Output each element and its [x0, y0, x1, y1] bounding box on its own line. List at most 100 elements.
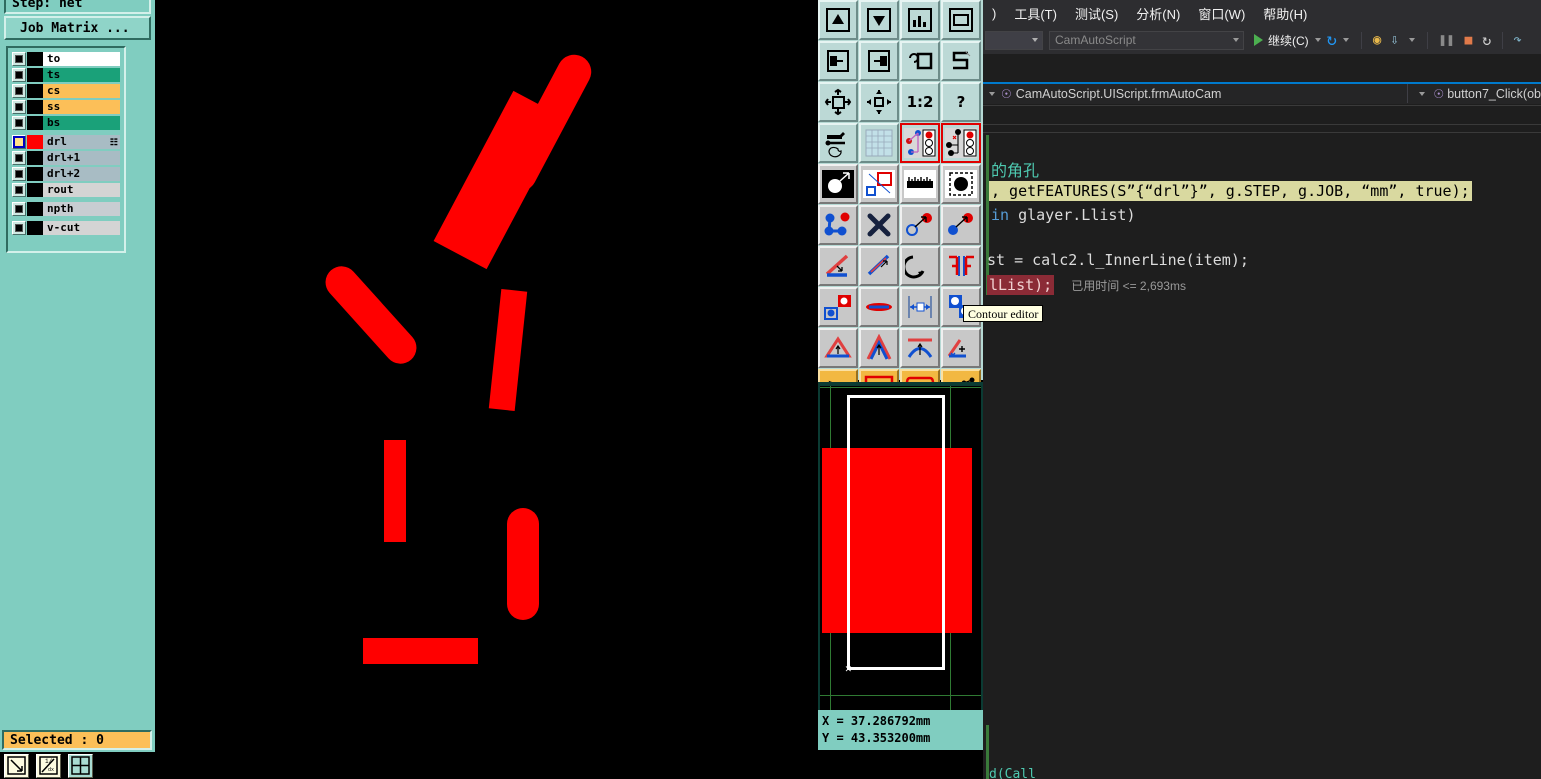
mirror-f-icon[interactable]	[941, 246, 981, 286]
vs-menu-item[interactable]: )	[983, 6, 1005, 21]
dimension-icon[interactable]	[900, 287, 940, 327]
copy-shape-icon[interactable]	[818, 287, 858, 327]
restart-debug-icon[interactable]: ↻	[1482, 31, 1491, 49]
layer-name[interactable]: npth	[43, 202, 120, 216]
restart-icon[interactable]: ↻	[1327, 30, 1337, 50]
negative-view-icon[interactable]	[818, 164, 858, 204]
layer-color-swatch[interactable]	[27, 202, 43, 216]
layer-checkbox[interactable]	[12, 221, 26, 235]
layer-checkbox[interactable]	[12, 167, 26, 181]
pause-icon[interactable]: ❚❚	[1439, 33, 1455, 48]
ellipse-line-icon[interactable]	[859, 287, 899, 327]
panel-icon[interactable]	[941, 0, 981, 40]
layer-color-swatch[interactable]	[27, 183, 43, 197]
contour-editor-icon[interactable]	[941, 328, 981, 368]
flip-top-icon[interactable]	[818, 0, 858, 40]
help-icon[interactable]: ?	[941, 82, 981, 122]
tools-palette-icon[interactable]	[818, 123, 858, 163]
vs-toolbar[interactable]: CamAutoScript 继续(C) ↻ ◉ ⇩ ❚❚ ■ ↻ ↷	[983, 26, 1541, 54]
layer-name[interactable]: ts	[43, 68, 120, 82]
layer-checkbox[interactable]	[12, 116, 26, 130]
tool-palette[interactable]: 1:2?	[818, 0, 983, 409]
layer-color-swatch[interactable]	[27, 167, 43, 181]
layer-row[interactable]: drl ☷	[12, 134, 120, 150]
code-editor[interactable]: 的角孔 , getFEATURES(S”{“drl”}”, g.STEP, g.…	[983, 105, 1541, 779]
layer-name[interactable]: rout	[43, 183, 120, 197]
vs-menu-item[interactable]: 窗口(W)	[1189, 4, 1254, 23]
layer-color-swatch[interactable]	[27, 221, 43, 235]
job-matrix-button[interactable]: Job Matrix ...	[4, 16, 151, 40]
move-point-circle-icon[interactable]	[900, 205, 940, 245]
triangle-fill-icon[interactable]	[818, 328, 858, 368]
layer-row[interactable]: rout	[12, 182, 120, 198]
pan-icon[interactable]	[859, 82, 899, 122]
restart-dropdown-icon[interactable]	[1342, 38, 1349, 42]
layer-name[interactable]: drl+1	[43, 151, 120, 165]
layer-display-alt-icon[interactable]	[941, 123, 981, 163]
layer-preview-panel[interactable]: ✕	[818, 382, 983, 710]
layer-row[interactable]: to	[12, 51, 120, 67]
grid-tool-button[interactable]	[68, 754, 93, 778]
line-slope-icon[interactable]	[859, 246, 899, 286]
vs-menu-item[interactable]: 工具(T)	[1005, 4, 1066, 23]
layer-name[interactable]: ss	[43, 100, 120, 114]
continue-dropdown-icon[interactable]	[1314, 38, 1321, 42]
layer-row[interactable]: bs	[12, 115, 120, 131]
chevron-up-icon[interactable]	[859, 328, 899, 368]
slot-upper-left[interactable]	[433, 90, 567, 270]
align-left-icon[interactable]	[818, 41, 858, 81]
layer-name[interactable]: bs	[43, 116, 120, 130]
line-angle-icon[interactable]	[818, 246, 858, 286]
layer-row[interactable]: v-cut	[12, 220, 120, 236]
show-next-statement-icon[interactable]: ◉	[1373, 32, 1381, 48]
layer-checkbox[interactable]	[12, 151, 26, 165]
grid-icon[interactable]	[859, 123, 899, 163]
layer-row[interactable]: cs	[12, 83, 120, 99]
continue-button[interactable]: 继续(C)	[1254, 32, 1309, 49]
layer-name[interactable]: drl+2	[43, 167, 120, 181]
layer-color-swatch[interactable]	[27, 100, 43, 114]
layer-checkbox[interactable]	[12, 68, 26, 82]
measure-box-icon[interactable]	[859, 164, 899, 204]
slot-lower-left[interactable]	[384, 440, 406, 542]
vs-menu-item[interactable]: 分析(N)	[1127, 4, 1189, 23]
layer-name[interactable]: drl ☷	[43, 135, 120, 149]
nav-back-caret-icon[interactable]	[989, 92, 995, 96]
layer-color-swatch[interactable]	[27, 135, 43, 149]
x-mark-icon[interactable]	[859, 205, 899, 245]
layer-checkbox[interactable]	[12, 100, 26, 114]
ruler-icon[interactable]	[900, 164, 940, 204]
layer-name[interactable]: cs	[43, 84, 120, 98]
startup-project-combo[interactable]: CamAutoScript	[1049, 30, 1244, 50]
dashed-circle-icon[interactable]	[941, 164, 981, 204]
nav-class-dropdown-icon[interactable]	[1419, 92, 1426, 96]
step-into-icon[interactable]: ⇩	[1390, 32, 1398, 48]
layer-row[interactable]: drl+2	[12, 166, 120, 182]
layer-color-swatch[interactable]	[27, 68, 43, 82]
flip-bottom-icon[interactable]	[859, 0, 899, 40]
histogram-icon[interactable]	[900, 0, 940, 40]
layer-checkbox[interactable]	[12, 135, 26, 149]
vs-menu-item[interactable]: 帮助(H)	[1254, 4, 1316, 23]
zoom-ratio-icon[interactable]: 1:2	[900, 82, 940, 122]
cam-canvas[interactable]	[155, 0, 818, 752]
vs-menubar[interactable]: ) 工具(T) 测试(S) 分析(N) 窗口(W) 帮助(H)	[983, 0, 1541, 26]
fit-window-icon[interactable]	[818, 82, 858, 122]
rotate-arc-icon[interactable]	[900, 246, 940, 286]
rotate-step-icon[interactable]	[900, 41, 940, 81]
align-right-icon[interactable]	[859, 41, 899, 81]
layer-checkbox[interactable]	[12, 84, 26, 98]
layer-checkbox[interactable]	[12, 52, 26, 66]
stop-icon[interactable]: ■	[1464, 33, 1472, 48]
layer-checkbox[interactable]	[12, 183, 26, 197]
layer-list[interactable]: to ts cs ss bs drl ☷ drl+1 drl+2 rout npth v-cut	[6, 46, 126, 253]
arc-up-icon[interactable]	[900, 328, 940, 368]
move-point-icon[interactable]	[941, 205, 981, 245]
slot-mid-left[interactable]	[318, 259, 424, 371]
slot-bottom[interactable]	[363, 638, 478, 664]
layer-color-swatch[interactable]	[27, 116, 43, 130]
vs-navigation-bar[interactable]: ☉ CamAutoScript.UIScript.frmAutoCam ☉ bu…	[983, 82, 1541, 104]
layer-name[interactable]: v-cut	[43, 221, 120, 235]
layer-color-swatch[interactable]	[27, 84, 43, 98]
layer-row[interactable]: ts	[12, 67, 120, 83]
